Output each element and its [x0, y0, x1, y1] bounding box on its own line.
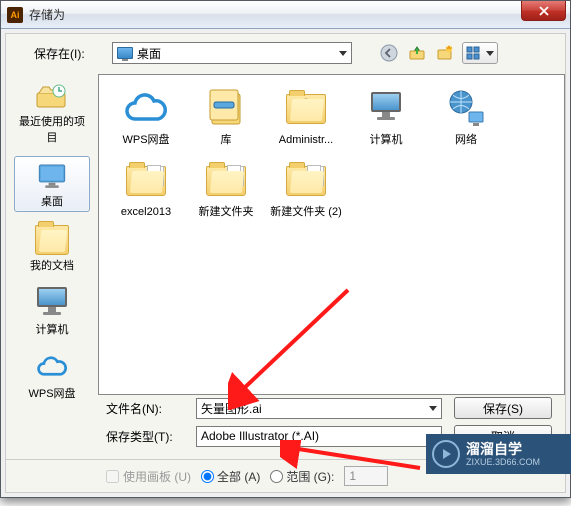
file-item-newfolder2[interactable]: 新建文件夹 (2) [267, 155, 345, 223]
save-in-label: 保存在(I): [34, 45, 104, 62]
new-folder-button[interactable] [434, 42, 456, 64]
file-item-admin[interactable]: Administr... [267, 83, 345, 151]
save-button[interactable]: 保存(S) [454, 397, 552, 419]
folder-icon [202, 159, 250, 203]
user-folder-icon [282, 87, 330, 131]
file-item-library[interactable]: 库 [187, 83, 265, 151]
documents-icon [35, 225, 69, 255]
new-folder-icon [436, 44, 454, 62]
save-in-row: 保存在(I): 桌面 [6, 34, 565, 74]
file-item-wps[interactable]: WPS网盘 [107, 83, 185, 151]
sidebar-item-label: 计算机 [36, 321, 69, 337]
use-artboard-label: 使用画板 (U) [123, 468, 191, 485]
desktop-icon [35, 161, 69, 191]
range-radio[interactable]: 范围 (G): [270, 468, 334, 485]
dialog-title: 存储为 [29, 6, 65, 23]
save-as-dialog: Ai 存储为 保存在(I): 桌面 [0, 0, 571, 498]
up-one-level-icon [408, 44, 426, 62]
library-icon [202, 87, 250, 131]
folder-icon [282, 159, 330, 203]
watermark: 溜溜自学 ZIXUE.3D66.COM [426, 434, 571, 474]
file-item-computer[interactable]: 计算机 [347, 83, 425, 151]
file-label: 网络 [455, 133, 477, 147]
range-value: 1 [349, 469, 356, 483]
up-button[interactable] [406, 42, 428, 64]
sidebar-item-label: 桌面 [41, 193, 63, 209]
range-radio-label: 范围 (G): [286, 468, 334, 485]
recent-icon [35, 81, 69, 111]
sidebar-item-mydocs[interactable]: 我的文档 [14, 220, 90, 276]
file-label: 库 [221, 133, 232, 147]
computer-icon [35, 289, 69, 319]
close-icon [539, 6, 549, 16]
close-button[interactable] [521, 1, 566, 21]
cloud-icon [35, 353, 69, 383]
filename-value: 矢量图形.ai [201, 400, 262, 417]
network-icon [442, 87, 490, 131]
save-in-select[interactable]: 桌面 [112, 42, 352, 64]
watermark-url: ZIXUE.3D66.COM [466, 457, 540, 467]
view-menu-button[interactable] [462, 42, 498, 64]
file-item-newfolder1[interactable]: 新建文件夹 [187, 155, 265, 223]
filetype-label: 保存类型(T): [106, 428, 184, 445]
filetype-value: Adobe Illustrator (*.AI) [201, 429, 319, 443]
sidebar-item-desktop[interactable]: 桌面 [14, 156, 90, 212]
file-label: 计算机 [370, 133, 403, 147]
chevron-down-icon [429, 406, 437, 411]
filename-input[interactable]: 矢量图形.ai [196, 398, 442, 419]
all-radio-label: 全部 (A) [217, 468, 260, 485]
view-icon [466, 46, 482, 60]
sidebar-item-recent[interactable]: 最近使用的项目 [14, 76, 90, 148]
file-label: WPS网盘 [122, 133, 169, 147]
file-label: 新建文件夹 (2) [270, 205, 342, 219]
use-artboard-checkbox: 使用画板 (U) [106, 468, 191, 485]
all-radio[interactable]: 全部 (A) [201, 468, 260, 485]
file-item-network[interactable]: 网络 [427, 83, 505, 151]
file-label: 新建文件夹 [199, 205, 254, 219]
location-toolbar [378, 42, 498, 64]
filename-label: 文件名(N): [106, 400, 184, 417]
app-icon: Ai [7, 7, 23, 23]
play-icon [432, 440, 460, 468]
all-radio-input[interactable] [201, 470, 214, 483]
range-value-input[interactable]: 1 [344, 466, 388, 486]
sidebar-item-computer[interactable]: 计算机 [14, 284, 90, 340]
desktop-icon [117, 47, 133, 59]
chevron-down-icon [339, 51, 347, 56]
computer-icon [362, 87, 410, 131]
cloud-icon [122, 87, 170, 131]
places-sidebar: 最近使用的项目 桌面 我的文档 [6, 74, 98, 395]
file-label: Administr... [279, 133, 333, 147]
file-label: excel2013 [121, 205, 171, 219]
watermark-title: 溜溜自学 [466, 441, 540, 457]
back-button[interactable] [378, 42, 400, 64]
file-browser[interactable]: WPS网盘 库 [98, 74, 565, 395]
back-icon [380, 44, 398, 62]
sidebar-item-label: 最近使用的项目 [15, 113, 89, 145]
sidebar-item-label: 我的文档 [30, 257, 74, 273]
range-radio-input[interactable] [270, 470, 283, 483]
filetype-select[interactable]: Adobe Illustrator (*.AI) [196, 426, 442, 447]
titlebar: Ai 存储为 [1, 1, 570, 29]
folder-icon [122, 159, 170, 203]
chevron-down-icon [486, 51, 494, 56]
file-item-excel2013[interactable]: excel2013 [107, 155, 185, 223]
save-in-value: 桌面 [137, 45, 161, 62]
use-artboard-input [106, 470, 119, 483]
